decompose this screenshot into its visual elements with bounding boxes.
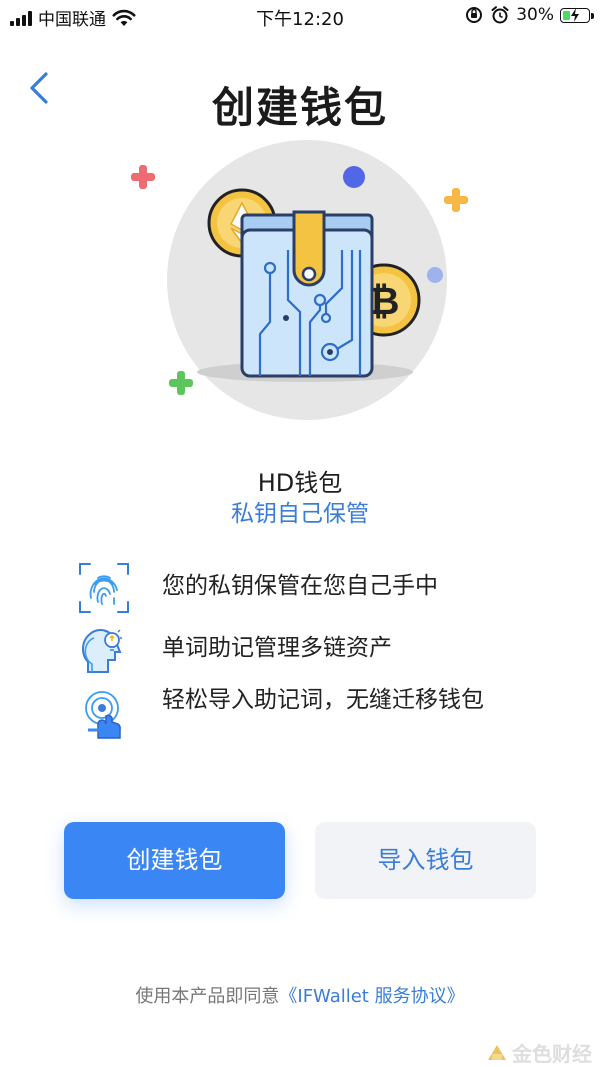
status-bar: 中国联通 下午12:20 30%	[0, 0, 600, 34]
watermark: 金色财经	[486, 1038, 592, 1067]
import-wallet-button[interactable]: 导入钱包	[315, 822, 536, 899]
feature-text: 轻松导入助记词，无缝迁移钱包	[162, 687, 484, 713]
orange-plus-icon	[444, 188, 468, 212]
agreement-text: 使用本产品即同意《IFWallet 服务协议》	[0, 982, 600, 1008]
red-plus-icon	[131, 165, 155, 189]
hd-wallet-subtitle: 私钥自己保管	[231, 501, 369, 527]
battery-icon	[560, 7, 594, 23]
battery-percent: 30%	[516, 5, 554, 25]
watermark-logo-icon	[488, 1044, 506, 1060]
page-title: 创建钱包	[211, 83, 388, 132]
feature-item-mnemonic: 单词助记管理多链资产	[78, 624, 538, 676]
tap-finger-icon	[85, 691, 121, 739]
light-blue-dot	[427, 267, 443, 283]
watermark-text: 金色财经	[512, 1042, 592, 1066]
fingerprint-icon	[79, 563, 129, 613]
feature-item-fingerprint: 您的私钥保管在您自己手中	[78, 562, 538, 614]
hd-wallet-title: HD钱包	[257, 469, 343, 497]
feature-text: 单词助记管理多链资产	[162, 635, 392, 661]
orientation-lock-icon	[466, 7, 483, 23]
wallet-illustration: ₿	[120, 140, 480, 430]
create-wallet-button[interactable]: 创建钱包	[64, 822, 285, 899]
terms-of-service-link[interactable]: 《IFWallet 服务协议》	[279, 986, 464, 1007]
alarm-icon	[491, 6, 509, 24]
head-lightbulb-icon	[82, 629, 122, 673]
agreement-prefix: 使用本产品即同意	[135, 986, 280, 1007]
feature-text: 您的私钥保管在您自己手中	[162, 573, 438, 599]
blue-dot	[343, 166, 365, 188]
feature-item-import: 轻松导入助记词，无缝迁移钱包	[78, 684, 538, 746]
status-bar-right: 30%	[464, 5, 594, 25]
green-plus-icon	[169, 371, 193, 395]
